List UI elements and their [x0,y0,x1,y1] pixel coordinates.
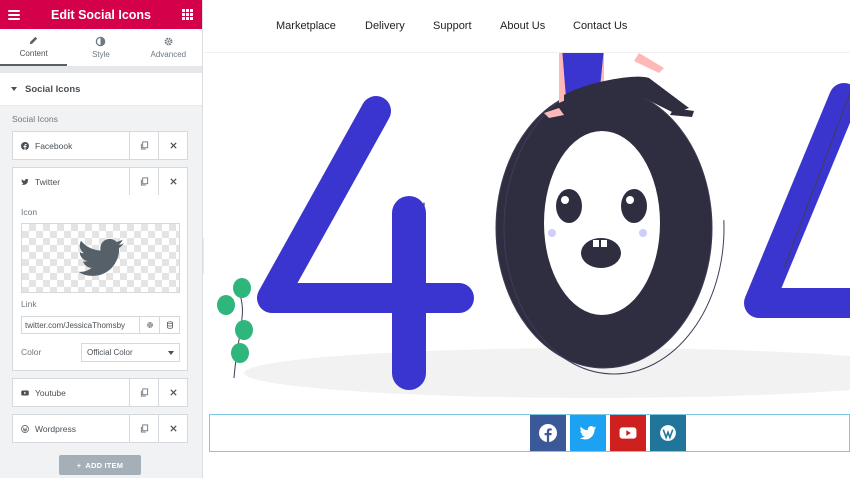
panel-header: Edit Social Icons [0,0,202,29]
color-field-label: Color [21,347,42,357]
editor-app: Edit Social Icons Content Style Advanced… [0,0,850,478]
duplicate-button[interactable] [129,168,158,195]
menu-icon[interactable] [8,9,20,20]
twitter-icon [21,178,29,186]
copy-icon [140,141,148,150]
chevron-down-icon [168,350,174,355]
close-icon [169,425,177,432]
facebook-icon [539,424,557,442]
gear-icon [164,37,173,46]
remove-button[interactable] [158,415,187,442]
wordpress-icon [660,425,676,441]
close-icon [169,142,177,149]
color-select[interactable]: Official Color [81,343,180,362]
tab-content-label: Content [19,49,48,58]
database-icon [166,321,173,329]
facebook-icon [21,141,29,150]
color-select-value: Official Color [87,348,133,357]
link-input[interactable] [22,317,139,333]
link-options-button[interactable] [139,317,159,333]
twitter-item-settings: Icon Link Color Official Color [12,195,188,371]
close-icon [169,389,177,396]
repeater-item-label: Youtube [35,387,66,398]
repeater-item-label: Wordpress [35,423,76,434]
twitter-icon [77,238,124,276]
nav-link-delivery[interactable]: Delivery [365,20,405,32]
repeater-item-twitter: Twitter [12,167,188,196]
404-illustration [217,53,850,398]
gear-icon [146,322,153,328]
repeater-item-title[interactable]: Wordpress [13,415,129,442]
social-wordpress-button[interactable] [650,415,686,451]
close-icon [169,178,177,185]
tab-content[interactable]: Content [0,29,68,66]
remove-button[interactable] [158,379,187,406]
link-field [21,316,180,334]
repeater-item-label: Twitter [35,176,61,187]
add-item-button[interactable]: + ADD ITEM [59,455,141,475]
nav-link-marketplace[interactable]: Marketplace [276,20,336,32]
section-title: Social Icons [25,83,81,95]
copy-icon [140,388,148,397]
social-icons-field-label: Social Icons [12,114,58,124]
duplicate-button[interactable] [129,415,158,442]
remove-button[interactable] [158,168,187,195]
repeater-item-youtube: Youtube [12,378,188,407]
page-preview: Marketplace Delivery Support About Us Co… [204,0,850,478]
icon-picker[interactable] [21,223,180,293]
repeater-item-title[interactable]: Youtube [13,379,129,406]
copy-icon [140,424,148,433]
section-social-icons[interactable]: Social Icons [0,73,202,106]
pencil-icon [29,36,38,45]
site-nav: Marketplace Delivery Support About Us Co… [204,0,850,53]
tab-style-label: Style [92,50,110,59]
icon-field-label: Icon [21,207,38,217]
plus-icon: + [76,460,82,470]
twitter-icon [579,426,597,440]
panel-title: Edit Social Icons [50,7,152,22]
nav-link-support[interactable]: Support [433,20,472,32]
tab-advanced[interactable]: Advanced [135,29,202,66]
panel-tabs: Content Style Advanced [0,29,202,67]
social-facebook-button[interactable] [530,415,566,451]
duplicate-button[interactable] [129,132,158,159]
add-item-label: ADD ITEM [85,460,124,470]
social-twitter-button[interactable] [570,415,606,451]
duplicate-button[interactable] [129,379,158,406]
repeater-item-facebook: Facebook [12,131,188,160]
nav-link-about[interactable]: About Us [500,20,545,32]
link-field-label: Link [21,299,37,309]
copy-icon [140,177,148,186]
nav-link-contact[interactable]: Contact Us [573,20,627,32]
tab-advanced-label: Advanced [150,50,187,59]
caret-down-icon [11,87,17,91]
dynamic-tags-button[interactable] [159,317,179,333]
editor-panel: Edit Social Icons Content Style Advanced… [0,0,203,478]
wordpress-icon [21,424,29,433]
remove-button[interactable] [158,132,187,159]
half-circle-icon [96,36,106,47]
youtube-icon [619,427,637,439]
repeater-item-wordpress: Wordpress [12,414,188,443]
tab-style[interactable]: Style [67,29,134,66]
widgets-grid-icon[interactable] [182,9,193,20]
repeater-item-title[interactable]: Twitter [13,168,129,195]
youtube-icon [21,389,29,397]
repeater-item-label: Facebook [35,140,73,151]
social-youtube-button[interactable] [610,415,646,451]
repeater-item-title[interactable]: Facebook [13,132,129,159]
